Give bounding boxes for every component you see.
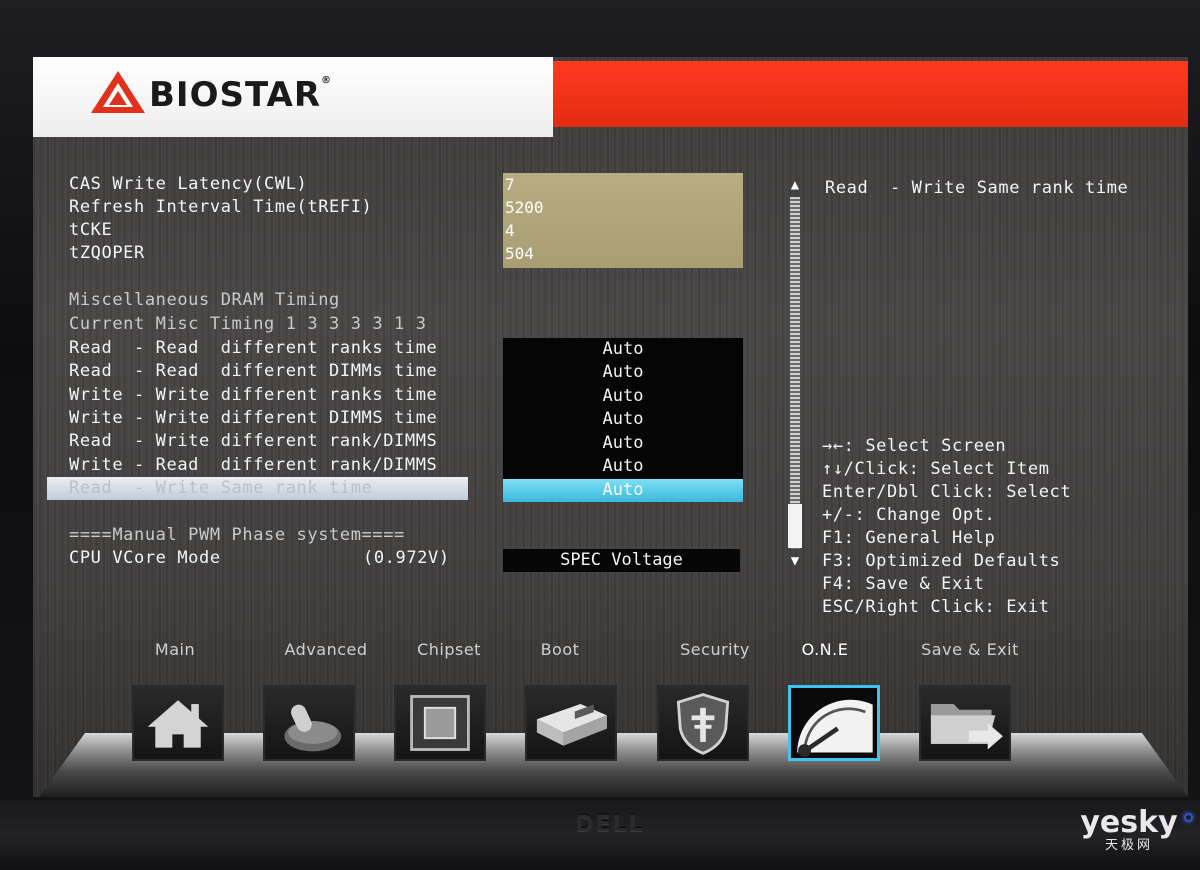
tab-save-exit-label[interactable]: Save & Exit <box>905 640 1035 659</box>
key-hint-text: : Select Screen <box>843 436 1007 456</box>
key-hint-select-screen: →←: Select Screen <box>822 435 1006 457</box>
setting-value-tcke[interactable]: 4 <box>505 219 515 242</box>
tab-advanced-label[interactable]: Advanced <box>261 640 391 659</box>
setting-label-cwl[interactable]: CAS Write Latency(CWL) <box>69 173 307 195</box>
misc-value-ww-dimms[interactable]: Auto <box>503 408 743 431</box>
power-led-icon <box>1184 813 1193 822</box>
vcore-mode-value[interactable]: SPEC Voltage <box>503 549 740 572</box>
header-red-band <box>488 61 1188 127</box>
monitor-brand-logo: DELL <box>575 812 645 837</box>
misc-label-rw-rank-dimms[interactable]: Read - Write different rank/DIMMS <box>69 430 437 452</box>
misc-label-ww-dimms[interactable]: Write - Write different DIMMS time <box>69 407 437 429</box>
watermark: yesky 天极网 <box>1074 808 1184 854</box>
key-hint-f4: F4: Save & Exit <box>822 574 985 594</box>
home-icon <box>147 700 209 748</box>
scroll-down-arrow-icon[interactable]: ▼ <box>787 553 803 569</box>
scroll-up-arrow-icon[interactable]: ▲ <box>787 177 803 193</box>
biostar-logo-icon <box>91 71 145 113</box>
tab-boot[interactable] <box>525 685 617 761</box>
key-hint-select-item: ↑↓/Click: Select Item <box>822 458 1050 480</box>
bios-screen: BIOSTAR® CAS Write Latency(CWL) Refresh … <box>33 57 1188 797</box>
help-description: Read - Write Same rank time <box>825 178 1129 198</box>
key-hint-f3: F3: Optimized Defaults <box>822 551 1061 571</box>
misc-label-rr-dimms[interactable]: Read - Read different DIMMs time <box>69 360 437 382</box>
vcore-mode-label[interactable]: CPU VCore Mode <box>69 547 221 569</box>
tab-save-exit[interactable] <box>919 685 1011 761</box>
misc-value-ww-ranks[interactable]: Auto <box>503 385 743 408</box>
tab-one[interactable] <box>788 685 880 761</box>
setting-label-tcke[interactable]: tCKE <box>69 219 112 241</box>
scrollbar-track[interactable] <box>790 197 800 549</box>
chip-icon <box>410 695 470 751</box>
misc-label-rr-ranks[interactable]: Read - Read different ranks time <box>69 337 437 359</box>
header-logo-area: BIOSTAR® <box>33 57 553 137</box>
setting-label-trefi[interactable]: Refresh Interval Time(tREFI) <box>69 196 372 218</box>
vcore-reading: (0.972V) <box>363 548 450 568</box>
value-panel <box>503 173 743 268</box>
tab-security[interactable] <box>657 685 749 761</box>
watermark-main: yesky <box>1080 805 1178 840</box>
misc-section-title: Miscellaneous DRAM Timing <box>69 290 340 310</box>
misc-label-wr-rank-dimms[interactable]: Write - Read different rank/DIMMS <box>69 454 437 476</box>
key-hint-f1: F1: General Help <box>822 528 996 548</box>
key-hint-enter: Enter/Dbl Click: Select <box>822 482 1072 502</box>
key-hint-text: /Click: Select Item <box>843 459 1050 479</box>
tab-main[interactable] <box>132 685 224 761</box>
misc-value-rr-dimms[interactable]: Auto <box>503 361 743 384</box>
misc-value-rr-ranks[interactable]: Auto <box>503 338 743 361</box>
scrollbar-thumb[interactable] <box>788 504 802 548</box>
registered-mark: ® <box>321 75 333 86</box>
shield-icon <box>676 693 730 755</box>
key-hint-esc: ESC/Right Click: Exit <box>822 597 1050 617</box>
tab-chipset[interactable] <box>394 685 486 761</box>
biostar-logo-text: BIOSTAR® <box>149 75 332 115</box>
arrows-left-right-icon: →← <box>822 436 844 456</box>
tab-advanced[interactable] <box>263 685 355 761</box>
misc-value-rw-rank-dimms[interactable]: Auto <box>503 432 743 455</box>
setting-label-tzqoper[interactable]: tZQOPER <box>69 242 145 264</box>
misc-label-rw-same-rank[interactable]: Read - Write Same rank time <box>69 477 372 499</box>
folder-exit-icon <box>930 704 1003 750</box>
setting-value-cwl[interactable]: 7 <box>505 173 515 196</box>
drive-icon <box>536 704 607 746</box>
tab-main-label[interactable]: Main <box>110 640 240 659</box>
misc-label-ww-ranks[interactable]: Write - Write different ranks time <box>69 384 437 406</box>
setting-value-trefi[interactable]: 5200 <box>505 196 544 219</box>
watermark-sub: 天极网 <box>1104 838 1153 853</box>
tab-boot-label[interactable]: Boot <box>495 640 625 659</box>
setting-value-tzqoper[interactable]: 504 <box>505 242 534 265</box>
logo-text: BIOSTAR <box>149 75 322 115</box>
misc-value-wr-rank-dimms[interactable]: Auto <box>503 455 743 478</box>
arrows-up-down-icon: ↑↓ <box>822 459 844 479</box>
misc-value-rw-same-rank[interactable]: Auto <box>503 479 743 502</box>
joystick-icon <box>284 704 342 752</box>
tab-one-label[interactable]: O.N.E <box>760 640 890 659</box>
pwm-section-title: ====Manual PWM Phase system==== <box>69 525 405 545</box>
current-misc-timing: Current Misc Timing 1 3 3 3 3 1 3 <box>69 314 427 334</box>
speedometer-icon <box>797 699 873 758</box>
key-hint-change-opt: +/-: Change Opt. <box>822 505 996 525</box>
